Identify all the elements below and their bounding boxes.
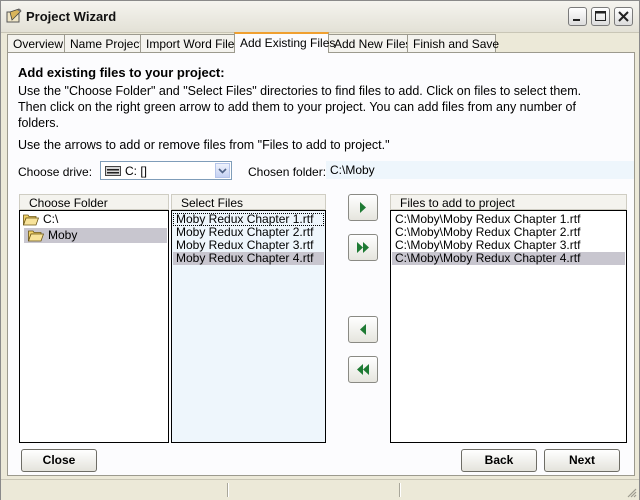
- file-item[interactable]: Moby Redux Chapter 4.rtf: [173, 252, 324, 265]
- choose-folder-header: Choose Folder: [19, 194, 169, 210]
- tab-finish-and-save[interactable]: Finish and Save: [407, 34, 500, 52]
- maximize-icon: [595, 11, 606, 21]
- open-folder-icon: [23, 214, 39, 226]
- app-icon: [6, 8, 22, 23]
- status-divider: [399, 483, 401, 497]
- folder-item-c-drive[interactable]: C:\: [23, 212, 163, 227]
- project-files-header: Files to add to project: [390, 194, 627, 210]
- tab-add-new-files[interactable]: Add New Files: [328, 34, 412, 52]
- tab-label: Overview: [13, 37, 64, 51]
- minimize-icon: [573, 19, 580, 21]
- instructions-line-3: folders.: [18, 116, 59, 130]
- tab-label: Import Word Files: [146, 37, 241, 51]
- remove-all-button[interactable]: [348, 356, 378, 383]
- double-arrow-left-icon: [357, 364, 369, 375]
- folder-label: C:\: [43, 212, 59, 226]
- drive-select[interactable]: C: []: [100, 161, 232, 180]
- status-bar: [1, 479, 639, 500]
- drive-dropdown-button[interactable]: [215, 163, 230, 178]
- arrow-right-icon: [360, 202, 366, 213]
- tab-overview[interactable]: Overview: [7, 34, 65, 52]
- tab-label: Finish and Save: [413, 37, 500, 51]
- project-files-list[interactable]: C:\Moby\Moby Redux Chapter 1.rtf C:\Moby…: [390, 210, 627, 443]
- maximize-button[interactable]: [591, 7, 610, 26]
- status-divider: [227, 483, 229, 497]
- project-file-item[interactable]: C:\Moby\Moby Redux Chapter 4.rtf: [392, 252, 625, 265]
- tab-label: Add Existing Files: [240, 36, 336, 50]
- add-existing-files-panel: Add existing files to your project: Use …: [7, 52, 635, 476]
- project-wizard-window: Project Wizard Overview Name Project Imp…: [0, 0, 640, 500]
- close-button[interactable]: Close: [21, 449, 97, 472]
- instructions-line-4: Use the arrows to add or remove files fr…: [18, 138, 390, 152]
- folder-item-moby[interactable]: Moby: [24, 228, 167, 243]
- instructions-line-2: Then click on the right green arrow to a…: [18, 100, 576, 114]
- tab-label: Name Project: [70, 37, 143, 51]
- section-heading: Add existing files to your project:: [18, 65, 225, 80]
- choose-drive-label: Choose drive:: [18, 165, 93, 179]
- arrow-left-icon: [360, 324, 366, 335]
- folder-label: Moby: [48, 228, 78, 242]
- select-files-list[interactable]: Moby Redux Chapter 1.rtf Moby Redux Chap…: [171, 210, 326, 443]
- chevron-down-icon: [218, 168, 227, 174]
- drive-value: C: []: [125, 164, 148, 178]
- double-arrow-right-icon: [357, 242, 369, 253]
- select-files-header: Select Files: [171, 194, 326, 210]
- back-button[interactable]: Back: [461, 449, 537, 472]
- chosen-folder-label: Chosen folder:: [248, 165, 327, 179]
- add-all-button[interactable]: [348, 234, 378, 261]
- add-selected-button[interactable]: [348, 194, 378, 221]
- chosen-folder-field: C:\Moby: [326, 161, 634, 179]
- remove-selected-button[interactable]: [348, 316, 378, 343]
- tab-add-existing-files[interactable]: Add Existing Files: [234, 32, 335, 53]
- resize-grip-icon[interactable]: [625, 486, 637, 498]
- drive-icon: [105, 166, 121, 176]
- tab-name-project[interactable]: Name Project: [64, 34, 143, 52]
- title-bar: Project Wizard: [1, 1, 639, 33]
- choose-folder-tree[interactable]: C:\ Moby: [19, 210, 169, 443]
- tab-label: Add New Files: [334, 37, 412, 51]
- instructions-line-1: Use the "Choose Folder" and "Select File…: [18, 84, 582, 98]
- close-window-button[interactable]: [614, 7, 633, 26]
- window-title: Project Wizard: [26, 9, 117, 24]
- tab-import-word-files[interactable]: Import Word Files: [140, 34, 240, 52]
- close-icon: [618, 11, 629, 22]
- next-button[interactable]: Next: [544, 449, 620, 472]
- open-folder-icon: [28, 230, 44, 242]
- minimize-button[interactable]: [568, 7, 587, 26]
